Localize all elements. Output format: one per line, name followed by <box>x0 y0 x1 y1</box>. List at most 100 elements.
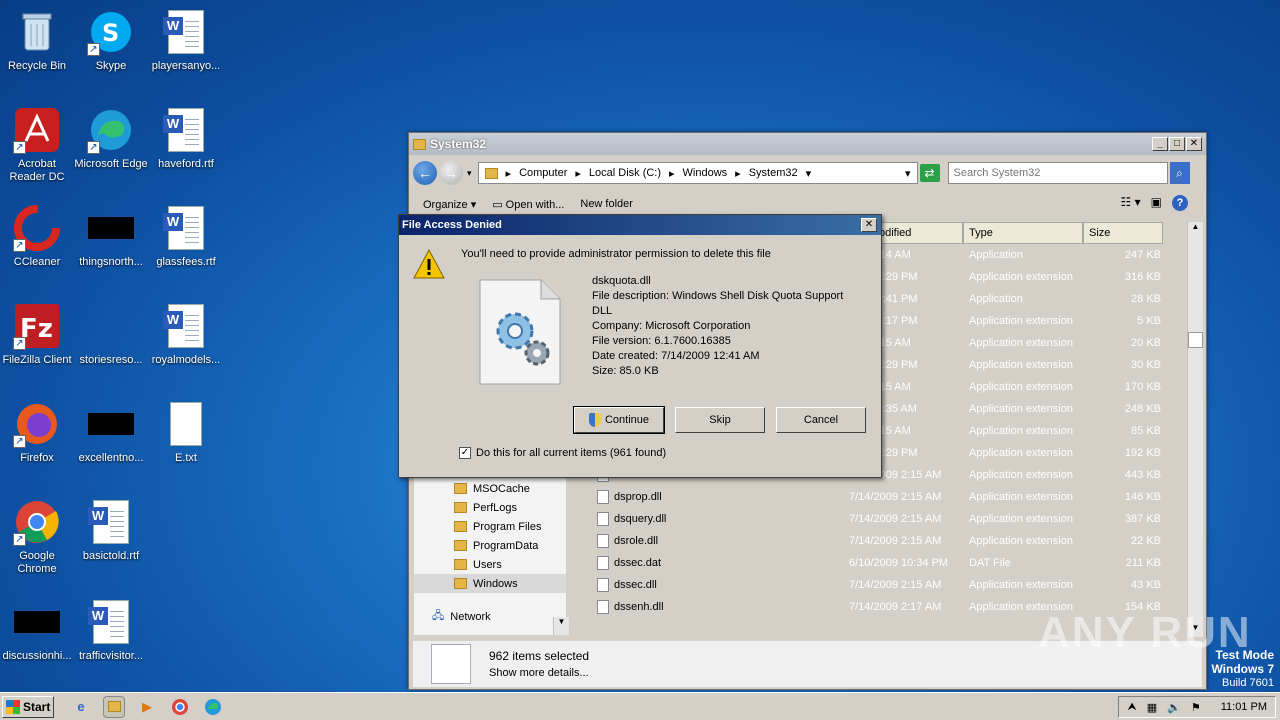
desktop-icon-skype[interactable]: S ↗ Skype <box>74 8 148 73</box>
dialog-titlebar[interactable]: File Access Denied <box>399 215 881 235</box>
tray-expand-icon[interactable]: ⮝ <box>1127 701 1136 714</box>
file-row[interactable]: dsprop.dll 7/14/2009 2:15 AM Application e… <box>591 486 1184 508</box>
scroll-up-icon[interactable]: ▲ <box>1188 222 1203 236</box>
history-dropdown-icon[interactable]: ▾ <box>467 168 472 179</box>
file-access-denied-dialog[interactable]: File Access Denied ✕ You'll need to prov… <box>398 214 882 478</box>
desktop-icon-haveford[interactable]: W haveford.rtf <box>149 106 223 171</box>
desktop-icon-filezilla[interactable]: Fz ↗ FileZilla Client <box>0 302 74 367</box>
nav-item-msocache[interactable]: MSOCache <box>414 479 566 498</box>
dialog-close-button[interactable]: ✕ <box>861 218 877 232</box>
desktop-icon-glassfees[interactable]: W glassfees.rtf <box>149 204 223 269</box>
scroll-down-icon[interactable]: ▼ <box>554 617 569 626</box>
file-list-scrollbar[interactable]: ▲ ▼ <box>1187 222 1203 637</box>
minimize-button[interactable]: _ <box>1152 137 1168 151</box>
continue-button[interactable]: Continue <box>573 406 665 434</box>
volume-icon[interactable]: 🔈 <box>1167 701 1181 714</box>
open-with-button[interactable]: ▭ Open with... <box>492 198 564 211</box>
preview-pane-icon[interactable]: ▣ <box>1151 195 1162 211</box>
file-explorer-icon[interactable] <box>103 695 125 718</box>
file-row[interactable]: dssec.dll 7/14/2009 2:15 AM Application ex… <box>591 574 1184 596</box>
chevron-right-icon[interactable]: ▸ <box>669 167 675 180</box>
acrobat-icon: ↗ <box>13 106 61 154</box>
shortcut-arrow-icon: ↗ <box>87 141 100 154</box>
breadcrumb-local-disk[interactable]: Local Disk (C:) <box>589 167 661 179</box>
action-center-icon[interactable]: ⚑ <box>1191 701 1201 714</box>
column-size[interactable]: Size <box>1083 222 1163 244</box>
show-more-details-link[interactable]: Show more details... <box>489 667 589 679</box>
chevron-down-icon[interactable]: ▾ <box>806 167 812 180</box>
nav-item-programdata[interactable]: ProgramData <box>414 536 566 555</box>
nav-item-users[interactable]: Users <box>414 555 566 574</box>
folder-icon <box>454 578 467 589</box>
desktop-icon-recycle-bin[interactable]: Recycle Bin <box>0 8 74 73</box>
explorer-titlebar[interactable]: System32 <box>409 133 1206 155</box>
breadcrumb-system32[interactable]: System32 <box>749 167 798 179</box>
organize-button[interactable]: Organize ▾ <box>423 198 476 211</box>
chrome-taskbar-icon[interactable] <box>169 696 191 718</box>
file-row[interactable]: dssec.dat 6/10/2009 10:34 PM DAT File 211 K… <box>591 552 1184 574</box>
shortcut-arrow-icon: ↗ <box>13 533 26 546</box>
file-row[interactable]: dsrole.dll 7/14/2009 2:15 AM Application e… <box>591 530 1184 552</box>
chevron-right-icon[interactable]: ▸ <box>575 167 581 180</box>
refresh-button[interactable]: ⇄ <box>919 164 940 182</box>
file-size: 192 KB <box>1124 447 1161 459</box>
back-button[interactable]: ← <box>413 161 437 185</box>
chevron-right-icon: ▸ <box>505 167 512 180</box>
search-icon[interactable]: ⌕ <box>1169 162 1190 184</box>
desktop-icon-chrome[interactable]: ↗ Google Chrome <box>0 498 74 576</box>
desktop-icon-storiesreso[interactable]: storiesreso... <box>74 302 148 367</box>
nav-item-network[interactable]: 🖧 Network <box>414 607 566 626</box>
file-size: 247 KB <box>1124 249 1161 261</box>
close-button[interactable]: ✕ <box>1186 137 1202 151</box>
forward-button[interactable]: → <box>439 161 463 185</box>
new-folder-button[interactable]: New folder <box>580 198 633 210</box>
view-options-icon[interactable]: ☷ ▾ <box>1121 195 1141 211</box>
skip-button[interactable]: Skip <box>675 407 765 433</box>
desktop-icon-discussion[interactable]: discussionhi... <box>0 598 74 663</box>
redacted-file-icon <box>87 400 135 448</box>
desktop-icon-edge[interactable]: ↗ Microsoft Edge <box>74 106 148 171</box>
media-player-icon[interactable]: ▶ <box>136 696 158 718</box>
scroll-thumb[interactable] <box>1188 332 1203 348</box>
nav-item-perflogs[interactable]: PerfLogs <box>414 498 566 517</box>
file-row[interactable]: dsquery.dll 7/14/2009 2:15 AM Application … <box>591 508 1184 530</box>
file-type: Application extension <box>969 315 1073 327</box>
apply-to-all-checkbox-row[interactable]: ✓ Do this for all current items (961 fou… <box>459 447 666 459</box>
file-version: File version: 6.1.7600.16385 <box>592 335 731 347</box>
view-controls: ☷ ▾ ▣ ? <box>1121 195 1188 211</box>
start-button[interactable]: Start <box>2 695 54 718</box>
desktop-icon-ccleaner[interactable]: ↗ CCleaner <box>0 204 74 269</box>
desktop-icon-e-txt[interactable]: E.txt <box>149 400 223 465</box>
breadcrumb-windows[interactable]: Windows <box>683 167 728 179</box>
edge-taskbar-icon[interactable] <box>202 696 224 718</box>
desktop-icon-playersanyo[interactable]: W playersanyo... <box>149 8 223 73</box>
maximize-button[interactable]: □ <box>1169 137 1185 151</box>
help-icon[interactable]: ? <box>1172 195 1188 211</box>
desktop-icon-trafficvisitor[interactable]: W trafficvisitor... <box>74 598 148 663</box>
file-size: 146 KB <box>1124 491 1161 503</box>
shortcut-arrow-icon: ↗ <box>13 337 26 350</box>
chevron-right-icon[interactable]: ▸ <box>735 167 741 180</box>
address-bar[interactable]: ▸ Computer ▸ Local Disk (C:) ▸ Windows ▸… <box>477 162 918 184</box>
nav-pane-scrollbar[interactable]: ▼ <box>553 617 569 635</box>
column-type[interactable]: Type <box>963 222 1083 244</box>
nav-item-program-files[interactable]: Program Files <box>414 517 566 536</box>
desktop-icon-royalmodels[interactable]: W royalmodels... <box>149 302 223 367</box>
desktop-icon-firefox[interactable]: ↗ Firefox <box>0 400 74 465</box>
network-tray-icon[interactable]: ▦ <box>1147 701 1157 714</box>
internet-explorer-icon[interactable]: e <box>70 696 92 718</box>
breadcrumb-computer[interactable]: Computer <box>519 167 567 179</box>
nav-item-windows[interactable]: Windows <box>414 574 566 593</box>
desktop-icon-basictold[interactable]: W basictold.rtf <box>74 498 148 563</box>
desktop-icon-excellentno[interactable]: excellentno... <box>74 400 148 465</box>
clock[interactable]: 11:01 PM <box>1221 701 1267 713</box>
desktop-icon-acrobat[interactable]: ↗ Acrobat Reader DC <box>0 106 74 184</box>
column-modified[interactable]: odified <box>873 222 963 244</box>
apply-to-all-checkbox[interactable]: ✓ <box>459 447 471 459</box>
cancel-button[interactable]: Cancel <box>776 407 866 433</box>
folder-icon <box>454 502 467 513</box>
address-dropdown-icon[interactable]: ▾ <box>905 167 911 180</box>
desktop-icon-thingsnorth[interactable]: thingsnorth... <box>74 204 148 269</box>
folder-icon <box>454 483 467 494</box>
search-input[interactable] <box>947 162 1168 184</box>
